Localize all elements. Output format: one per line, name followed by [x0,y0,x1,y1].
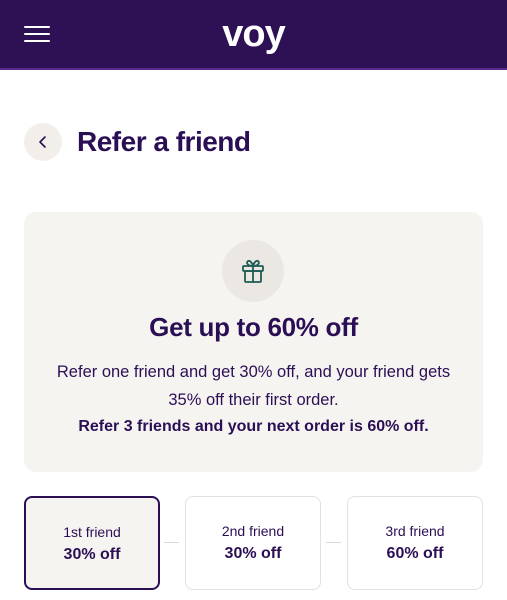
step-connector [326,542,341,543]
gift-icon-badge [222,240,284,302]
referral-promo-card: Get up to 60% off Refer one friend and g… [24,212,483,472]
step-label: 1st friend [63,524,121,540]
step-third-friend[interactable]: 3rd friend 60% off [347,496,483,590]
page-header: Refer a friend [24,123,251,161]
referral-steps: 1st friend 30% off 2nd friend 30% off 3r… [24,496,483,590]
step-label: 3rd friend [385,523,445,539]
back-button[interactable] [24,123,62,161]
step-second-friend[interactable]: 2nd friend 30% off [185,496,321,590]
step-first-friend[interactable]: 1st friend 30% off [24,496,160,590]
page-title: Refer a friend [77,126,251,157]
promo-highlight: Refer 3 friends and your next order is 6… [78,418,429,435]
voy-logo[interactable]: voy [0,12,507,56]
step-discount: 30% off [63,546,121,563]
step-discount: 30% off [224,545,282,562]
step-label: 2nd friend [221,523,285,539]
promo-description: Refer one friend and get 30% off, and yo… [56,363,451,409]
gift-icon [242,259,264,283]
chevron-left-icon [39,136,46,148]
top-nav-bar: voy [0,0,507,70]
step-discount: 60% off [386,545,444,562]
step-connector [164,542,179,543]
promo-heading: Get up to 60% off [149,312,358,342]
